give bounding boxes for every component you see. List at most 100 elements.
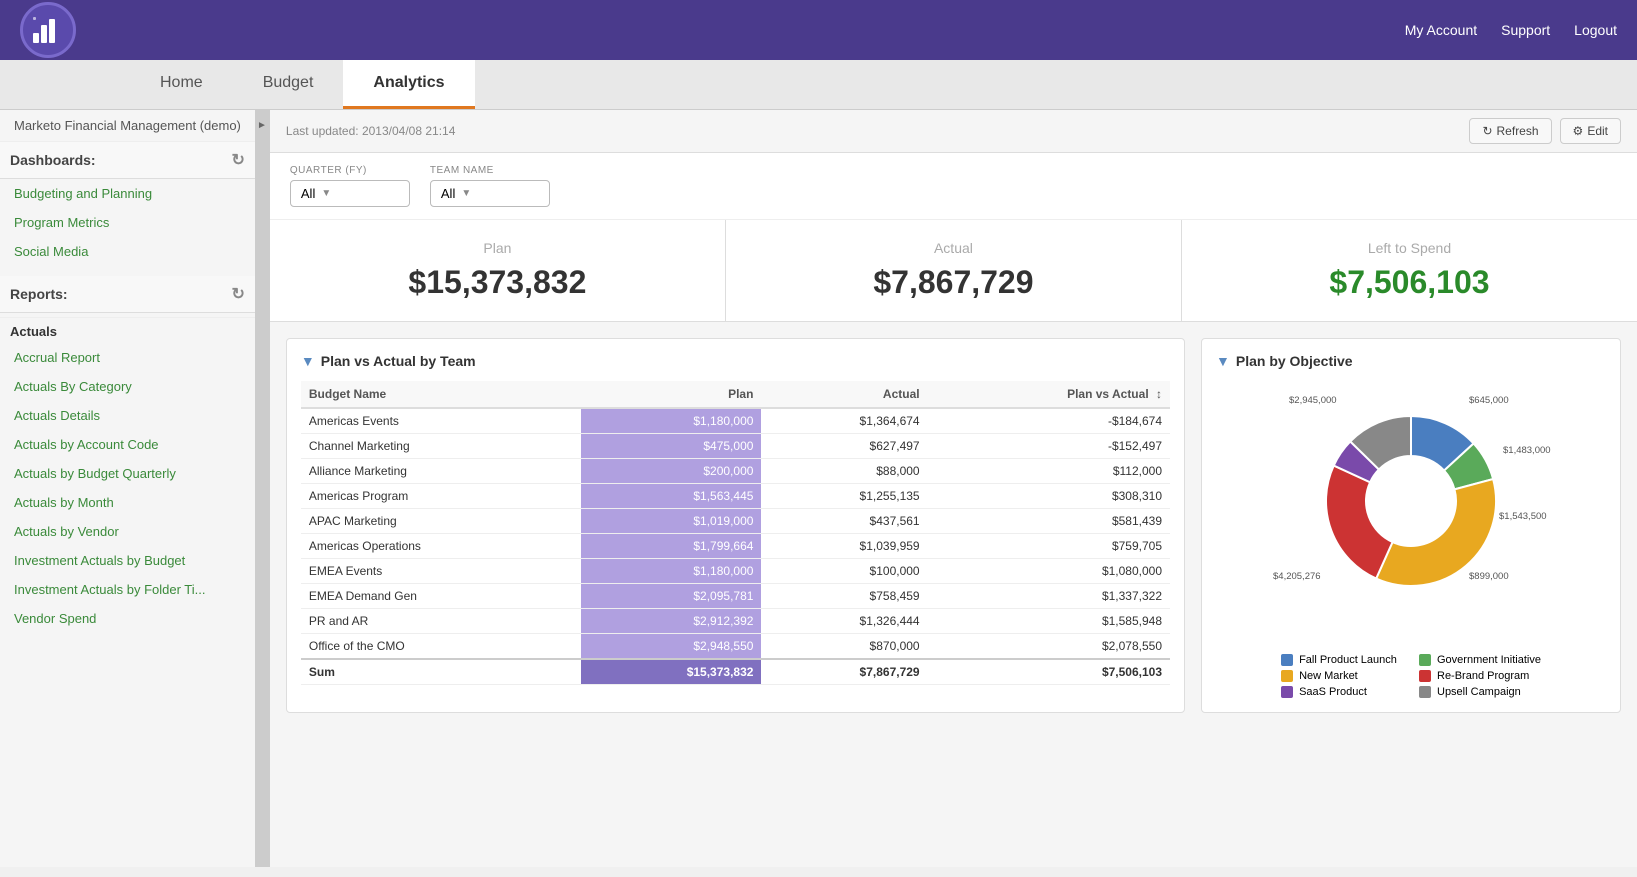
- table-row: Americas Events $1,180,000 $1,364,674 -$…: [301, 408, 1170, 434]
- dashboards-header: Dashboards: ↻: [0, 142, 255, 179]
- legend-label-2: New Market: [1299, 670, 1358, 682]
- sidebar-item-actuals-by-category[interactable]: Actuals By Category: [0, 372, 255, 401]
- cell-actual: $1,326,444: [761, 609, 927, 634]
- sidebar-item-actuals-by-month[interactable]: Actuals by Month: [0, 488, 255, 517]
- team-label: TEAM NAME: [430, 165, 550, 176]
- tab-analytics[interactable]: Analytics: [343, 60, 474, 109]
- tab-budget[interactable]: Budget: [233, 60, 344, 109]
- sidebar-item-actuals-by-budget-quarterly[interactable]: Actuals by Budget Quarterly: [0, 459, 255, 488]
- donut-label-0: $2,945,000: [1289, 395, 1337, 406]
- tab-home[interactable]: Home: [130, 60, 233, 109]
- cell-actual: $437,561: [761, 509, 927, 534]
- table-row: APAC Marketing $1,019,000 $437,561 $581,…: [301, 509, 1170, 534]
- kpi-plan-label: Plan: [300, 240, 695, 256]
- content-area: Last updated: 2013/04/08 21:14 ↻ Refresh…: [270, 110, 1637, 867]
- cell-name: Alliance Marketing: [301, 459, 581, 484]
- donut-filter-icon: ▼: [1216, 353, 1230, 369]
- logout-link[interactable]: Logout: [1574, 22, 1617, 38]
- kpi-left-to-spend: Left to Spend $7,506,103: [1182, 220, 1637, 321]
- sidebar-item-actuals-by-account-code[interactable]: Actuals by Account Code: [0, 430, 255, 459]
- table-row: EMEA Events $1,180,000 $100,000 $1,080,0…: [301, 559, 1170, 584]
- col-plan-vs-actual: Plan vs Actual ↕: [928, 381, 1170, 408]
- cell-actual: $1,255,135: [761, 484, 927, 509]
- cell-plan: $2,912,392: [581, 609, 762, 634]
- legend-item-5: Upsell Campaign: [1419, 686, 1541, 698]
- sidebar-item-program-metrics[interactable]: Program Metrics: [0, 208, 255, 237]
- dashboards-label: Dashboards:: [10, 152, 96, 168]
- top-bar-buttons: ↻ Refresh ⚙ Edit: [1469, 118, 1621, 144]
- cell-pva: $112,000: [928, 459, 1170, 484]
- donut-label-5: $4,205,276: [1273, 571, 1321, 582]
- sidebar-item-investment-actuals-folder[interactable]: Investment Actuals by Folder Ti...: [0, 575, 255, 604]
- legend-dot-3: [1419, 670, 1431, 682]
- cell-actual: $1,039,959: [761, 534, 927, 559]
- edit-button[interactable]: ⚙ Edit: [1560, 118, 1621, 144]
- sidebar-item-vendor-spend[interactable]: Vendor Spend: [0, 604, 255, 633]
- cell-name: Americas Program: [301, 484, 581, 509]
- cell-actual: $100,000: [761, 559, 927, 584]
- table-panel-title: ▼ Plan vs Actual by Team: [301, 353, 1170, 369]
- table-row: Alliance Marketing $200,000 $88,000 $112…: [301, 459, 1170, 484]
- legend-item-2: New Market: [1281, 670, 1403, 682]
- legend-item-0: Fall Product Launch: [1281, 654, 1403, 666]
- cell-name: PR and AR: [301, 609, 581, 634]
- table-sum-row: Sum $15,373,832 $7,867,729 $7,506,103: [301, 659, 1170, 685]
- header-nav: My Account Support Logout: [1405, 22, 1617, 38]
- donut-panel-title: ▼ Plan by Objective: [1216, 353, 1606, 369]
- sidebar-item-actuals-details[interactable]: Actuals Details: [0, 401, 255, 430]
- table-row: PR and AR $2,912,392 $1,326,444 $1,585,9…: [301, 609, 1170, 634]
- sidebar-item-budgeting[interactable]: Budgeting and Planning: [0, 179, 255, 208]
- kpi-left-value: $7,506,103: [1212, 264, 1607, 301]
- cell-pva: $2,078,550: [928, 634, 1170, 660]
- sidebar-item-actuals-by-vendor[interactable]: Actuals by Vendor: [0, 517, 255, 546]
- donut-panel: ▼ Plan by Objective $2,945,000 $645,000 $1…: [1201, 338, 1621, 713]
- actuals-group-label: Actuals: [0, 317, 255, 343]
- sum-label: Sum: [301, 659, 581, 685]
- cell-pva: $759,705: [928, 534, 1170, 559]
- reports-header: Reports: ↻: [0, 276, 255, 313]
- support-link[interactable]: Support: [1501, 22, 1550, 38]
- legend-label-4: SaaS Product: [1299, 686, 1367, 698]
- filters-row: QUARTER (FY) All ▼ TEAM NAME All ▼: [270, 153, 1637, 220]
- team-arrow-icon: ▼: [461, 188, 471, 199]
- col-budget-name: Budget Name: [301, 381, 581, 408]
- cell-plan: $475,000: [581, 434, 762, 459]
- donut-label-2: $1,483,000: [1503, 445, 1551, 456]
- team-filter: TEAM NAME All ▼: [430, 165, 550, 207]
- donut-chart-wrapper: $2,945,000$645,000$1,483,000$1,543,500$8…: [1216, 381, 1606, 698]
- cell-name: Channel Marketing: [301, 434, 581, 459]
- sidebar-collapse-btn[interactable]: ►: [255, 110, 269, 867]
- legend-dot-4: [1281, 686, 1293, 698]
- quarter-select[interactable]: All ▼: [290, 180, 410, 207]
- sidebar-item-investment-actuals-budget[interactable]: Investment Actuals by Budget: [0, 546, 255, 575]
- table-panel: ▼ Plan vs Actual by Team Budget Name Pla…: [286, 338, 1185, 713]
- table-row: Office of the CMO $2,948,550 $870,000 $2…: [301, 634, 1170, 660]
- cell-pva: $581,439: [928, 509, 1170, 534]
- cell-pva: $1,080,000: [928, 559, 1170, 584]
- dashboards-refresh-icon[interactable]: ↻: [231, 150, 244, 170]
- sidebar-item-social-media[interactable]: Social Media: [0, 237, 255, 266]
- last-updated-text: Last updated: 2013/04/08 21:14: [286, 124, 455, 138]
- table-row: Channel Marketing $475,000 $627,497 -$15…: [301, 434, 1170, 459]
- cell-name: Office of the CMO: [301, 634, 581, 660]
- donut-label-1: $645,000: [1469, 395, 1509, 406]
- sidebar-item-accrual-report[interactable]: Accrual Report: [0, 343, 255, 372]
- legend-dot-1: [1419, 654, 1431, 666]
- table-row: Americas Operations $1,799,664 $1,039,95…: [301, 534, 1170, 559]
- table-row: EMEA Demand Gen $2,095,781 $758,459 $1,3…: [301, 584, 1170, 609]
- edit-icon: ⚙: [1573, 124, 1584, 138]
- cell-name: EMEA Demand Gen: [301, 584, 581, 609]
- cell-plan: $1,019,000: [581, 509, 762, 534]
- cell-plan: $1,799,664: [581, 534, 762, 559]
- kpi-plan-value: $15,373,832: [300, 264, 695, 301]
- reports-refresh-icon[interactable]: ↻: [231, 284, 244, 304]
- refresh-button[interactable]: ↻ Refresh: [1469, 118, 1551, 144]
- kpi-section: Plan $15,373,832 Actual $7,867,729 Left …: [270, 220, 1637, 322]
- my-account-link[interactable]: My Account: [1405, 22, 1477, 38]
- col-actual: Actual: [761, 381, 927, 408]
- sort-icon[interactable]: ↕: [1156, 387, 1162, 401]
- reports-label: Reports:: [10, 286, 68, 302]
- team-select[interactable]: All ▼: [430, 180, 550, 207]
- legend-item-4: SaaS Product: [1281, 686, 1403, 698]
- sum-pva: $7,506,103: [928, 659, 1170, 685]
